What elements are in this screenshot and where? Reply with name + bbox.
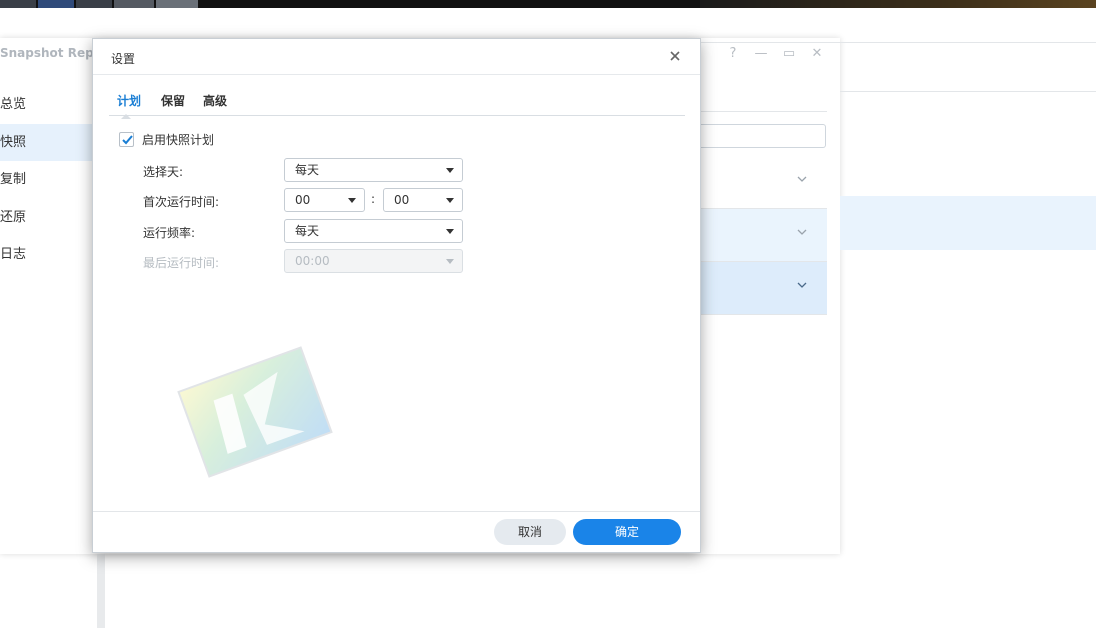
minimize-icon[interactable]: — [754,46,768,61]
frequency-dropdown[interactable]: 每天 [284,219,463,243]
enable-schedule-row[interactable]: 启用快照计划 [119,131,214,148]
toolbar-divider [700,111,827,112]
last-run-time-value: 00:00 [295,254,330,268]
background-list-row[interactable] [700,209,827,262]
enable-schedule-checkbox[interactable] [119,132,134,147]
window-controls: ? — ▭ ✕ [726,46,824,61]
active-tab-indicator [121,114,131,119]
tab-advanced[interactable]: 高级 [203,92,227,109]
caret-down-icon [446,198,454,203]
ok-button[interactable]: 确定 [573,519,681,545]
dialog-title: 设置 [111,52,136,66]
first-run-time-label: 首次运行时间: [143,195,220,209]
first-run-minute-value: 00 [394,193,410,207]
right-divider [840,91,1096,92]
chevron-down-icon[interactable] [797,174,807,184]
background-list-row[interactable] [700,262,827,315]
selected-row-extension [840,196,1096,250]
chevron-down-icon[interactable] [797,227,807,237]
background-list-row[interactable] [700,156,827,209]
enable-schedule-label: 启用快照计划 [142,133,215,147]
header-divider [700,42,1096,43]
caret-down-icon [446,168,454,173]
select-day-value: 每天 [295,163,320,177]
sidebar-item-log[interactable]: 日志 [0,236,100,274]
caret-down-icon [446,229,454,234]
frequency-label: 运行频率: [143,226,196,240]
sidebar-item-replication[interactable]: 复制 [0,161,100,199]
sidebar-item-snapshots[interactable]: 快照 [0,123,100,161]
sidebar-item-overview[interactable]: 总览 [0,86,100,124]
close-window-icon[interactable]: ✕ [810,46,824,61]
sidebar: 总览 快照 复制 还原 日志 [0,86,100,274]
first-run-minute-dropdown[interactable]: 00 [383,188,463,212]
checkmark-icon [122,135,133,145]
sidebar-divider [97,554,105,628]
background-search-input[interactable] [700,124,826,148]
first-run-hour-value: 00 [295,193,311,207]
close-icon[interactable] [666,47,684,65]
maximize-icon[interactable]: ▭ [782,46,796,61]
tab-retention[interactable]: 保留 [161,92,185,109]
last-run-time-label: 最后运行时间: [143,256,220,270]
caret-down-icon [446,259,454,264]
settings-dialog: 设置 计划 保留 高级 启用快照计划 选择天: 每天 首次运行时间: 00 : … [92,38,701,553]
footer-divider [93,511,700,512]
time-separator: : [371,192,376,206]
chevron-down-icon[interactable] [797,280,807,290]
last-run-time-dropdown: 00:00 [284,249,463,273]
select-day-label: 选择天: [143,165,184,179]
caret-down-icon [348,198,356,203]
tab-bar: 计划 保留 高级 [109,87,685,119]
desktop-taskbar-strip [0,0,1096,8]
tab-schedule[interactable]: 计划 [117,92,141,109]
frequency-value: 每天 [295,224,320,238]
cancel-button[interactable]: 取消 [494,519,566,545]
app-title: Snapshot Repl [0,46,98,60]
help-icon[interactable]: ? [726,46,740,61]
dialog-header-divider [93,74,700,75]
select-day-dropdown[interactable]: 每天 [284,158,463,182]
first-run-hour-dropdown[interactable]: 00 [284,188,365,212]
sidebar-item-restore[interactable]: 还原 [0,199,100,237]
